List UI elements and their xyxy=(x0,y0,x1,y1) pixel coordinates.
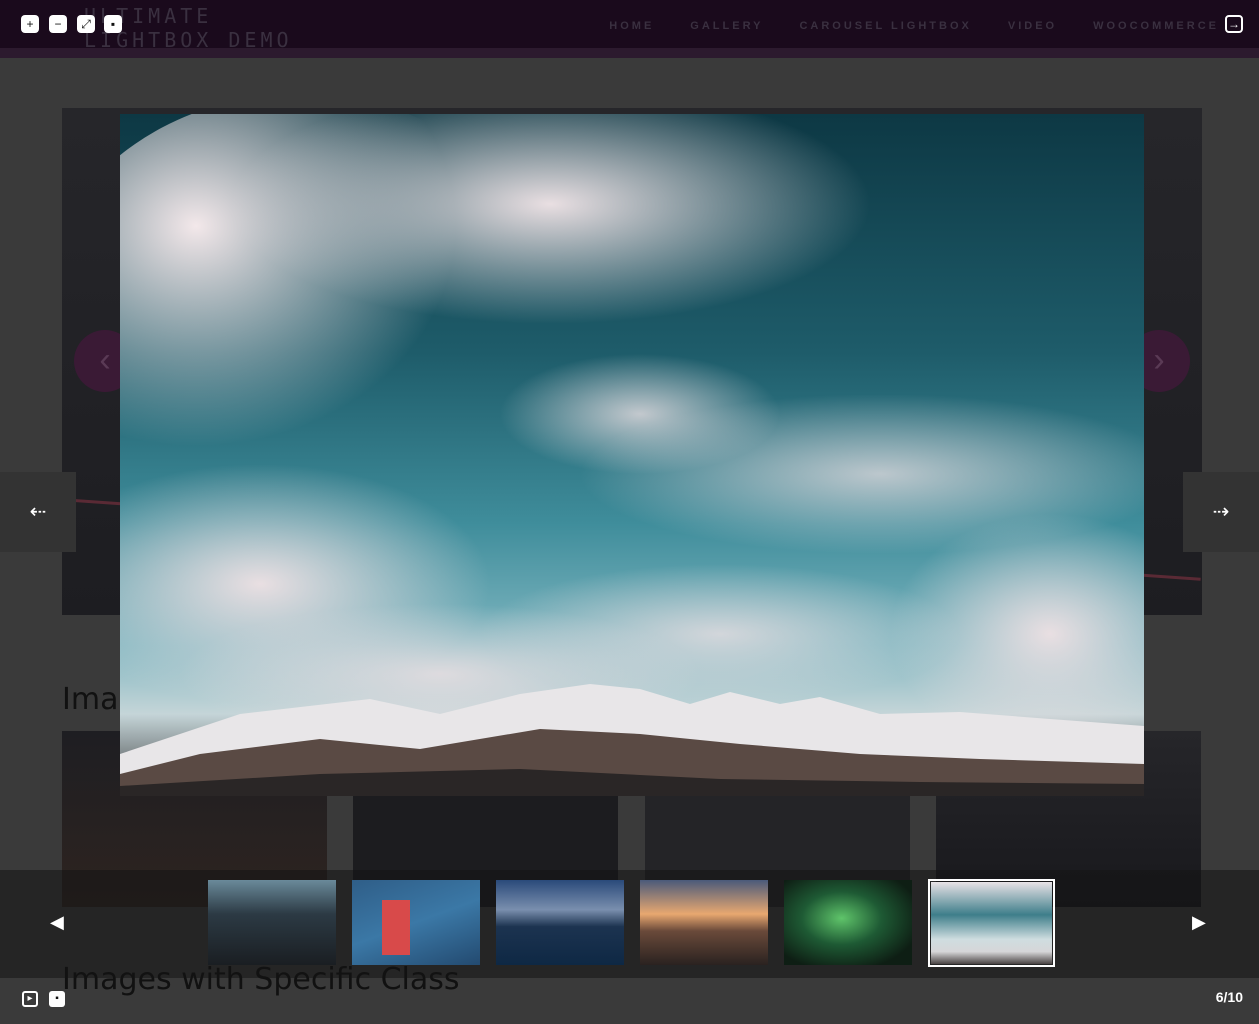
slideshow-icon[interactable]: ▸ xyxy=(22,991,38,1007)
next-image-arrow-icon[interactable]: ▶ xyxy=(1192,912,1206,933)
aurora-thumb[interactable] xyxy=(784,880,912,965)
red-bridge-shape xyxy=(382,900,410,955)
share-icon[interactable]: → xyxy=(1225,15,1243,33)
fullscreen-icon[interactable]: ⤢ xyxy=(77,15,95,33)
snowy-mountains-thumb[interactable] xyxy=(928,879,1055,967)
thumbnail-strip xyxy=(0,870,1259,978)
thumbnails-icon[interactable]: ▪ xyxy=(49,991,65,1007)
zoom-out-icon[interactable]: − xyxy=(49,15,67,33)
lightbox-main-image[interactable] xyxy=(120,114,1144,796)
zoom-in-icon[interactable]: + xyxy=(21,15,39,33)
station-hall-thumb[interactable] xyxy=(208,880,336,965)
side-next-arrow-icon[interactable]: ⇢ xyxy=(1183,472,1259,552)
prev-image-arrow-icon[interactable]: ◀ xyxy=(50,912,64,933)
red-bridge-thumb[interactable] xyxy=(352,880,480,965)
side-prev-arrow-icon[interactable]: ⇠ xyxy=(0,472,76,552)
image-counter: 6/10 xyxy=(1215,989,1243,1005)
lightbox-toolbar: + − ⤢ ▪ → xyxy=(0,0,1259,48)
actual-size-icon[interactable]: ▪ xyxy=(104,15,122,33)
railyard-sunset-thumb[interactable] xyxy=(640,880,768,965)
mountain-landscape-image xyxy=(120,114,1144,796)
city-skyline-thumb[interactable] xyxy=(496,880,624,965)
